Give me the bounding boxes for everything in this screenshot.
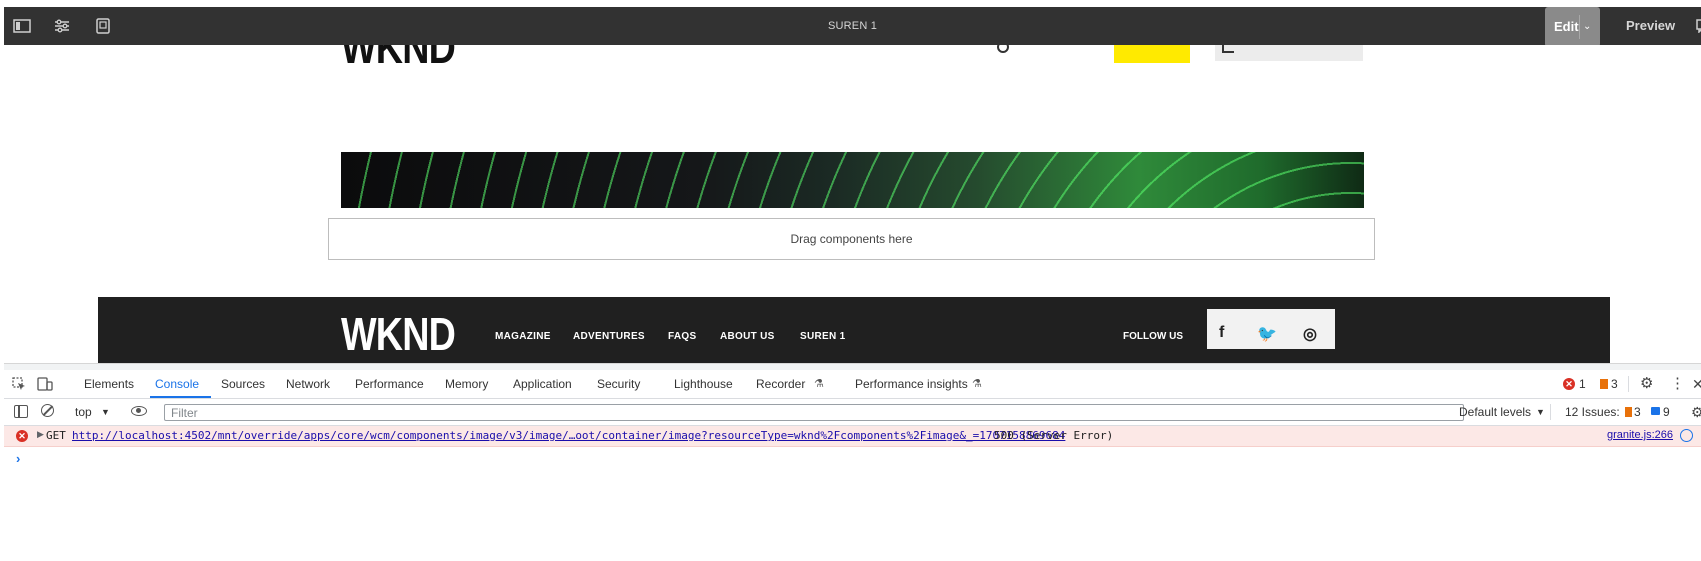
- page-footer: WKND MAGAZINE ADVENTURES FAQS ABOUT US S…: [98, 297, 1610, 363]
- preview-mode-button[interactable]: Preview: [1626, 7, 1675, 45]
- issue-warning-count[interactable]: 3: [1634, 399, 1641, 425]
- error-icon[interactable]: ✕: [1563, 378, 1575, 390]
- component-drop-zone[interactable]: Drag components here: [328, 218, 1375, 260]
- edit-mode-divider: [1579, 15, 1580, 39]
- chevron-down-icon[interactable]: ▼: [1536, 399, 1545, 425]
- tab-lighthouse[interactable]: Lighthouse: [674, 370, 733, 398]
- header-yellow-button[interactable]: [1114, 45, 1190, 63]
- twitter-icon[interactable]: 🐦: [1257, 324, 1277, 344]
- tab-sources[interactable]: Sources: [221, 370, 265, 398]
- response-status: 500 (Server Error): [994, 429, 1114, 442]
- window-edge: [0, 0, 4, 561]
- device-toolbar-icon[interactable]: [37, 377, 53, 391]
- devtools-panel: Elements Console Sources Network Perform…: [4, 363, 1701, 561]
- tab-application[interactable]: Application: [513, 370, 572, 398]
- log-levels-selector[interactable]: Default levels: [1459, 399, 1531, 425]
- tab-memory[interactable]: Memory: [445, 370, 488, 398]
- warning-count[interactable]: 3: [1611, 370, 1618, 398]
- flask-icon: ⚗: [972, 378, 982, 390]
- footer-link-adventures[interactable]: ADVENTURES: [573, 331, 645, 342]
- devtools-tab-bar: Elements Console Sources Network Perform…: [4, 370, 1701, 399]
- issue-info-icon[interactable]: [1651, 407, 1660, 415]
- close-icon[interactable]: ✕: [1692, 370, 1701, 398]
- annotate-icon[interactable]: [1696, 19, 1701, 33]
- tab-performance[interactable]: Performance: [355, 370, 424, 398]
- follow-us-label: FOLLOW US: [1123, 331, 1183, 342]
- facebook-icon[interactable]: f: [1219, 324, 1224, 342]
- request-url-link[interactable]: http://localhost:4502/mnt/override/apps/…: [72, 429, 1065, 442]
- chevron-down-icon[interactable]: ⌄: [1583, 7, 1591, 47]
- gear-icon[interactable]: ⚙: [1640, 370, 1653, 398]
- devtools-resize-handle[interactable]: [4, 363, 1701, 370]
- hero-banner-image[interactable]: [341, 152, 1364, 208]
- instagram-icon[interactable]: ◎: [1303, 324, 1317, 344]
- tab-console[interactable]: Console: [155, 370, 199, 398]
- edit-mode-button[interactable]: Edit ⌄: [1545, 7, 1600, 47]
- inspect-element-icon[interactable]: [12, 377, 26, 391]
- network-request-icon[interactable]: [1680, 429, 1693, 442]
- wknd-logo[interactable]: WKND: [341, 45, 456, 70]
- footer-link-suren-1[interactable]: SUREN 1: [800, 331, 845, 342]
- divider: [1628, 376, 1629, 392]
- footer-link-faqs[interactable]: FAQS: [668, 331, 696, 342]
- clear-console-icon[interactable]: [41, 404, 54, 417]
- error-icon: ✕: [16, 430, 28, 442]
- console-settings-gear-icon[interactable]: ⚙: [1691, 399, 1701, 425]
- page-title: SUREN 1: [827, 20, 878, 32]
- footer-link-magazine[interactable]: MAGAZINE: [495, 331, 551, 342]
- flask-icon: ⚗: [814, 378, 824, 390]
- issue-info-count[interactable]: 9: [1663, 399, 1670, 425]
- header-sign-in-box[interactable]: [1215, 45, 1363, 61]
- context-selector[interactable]: top: [75, 399, 92, 425]
- warning-icon[interactable]: [1600, 379, 1608, 389]
- search-icon[interactable]: [997, 45, 1009, 53]
- page-canvas: WKND Drag components here WKND MAGAZINE …: [4, 45, 1701, 363]
- hero-banner-glow: [341, 152, 1364, 208]
- chevron-down-icon[interactable]: ▼: [101, 399, 110, 425]
- source-link[interactable]: granite.js:266: [1607, 429, 1673, 441]
- edit-mode-label: Edit: [1554, 19, 1579, 34]
- editor-toolbar: SUREN 1 Edit ⌄ Preview: [4, 7, 1701, 47]
- expand-triangle-icon[interactable]: ▶: [37, 429, 44, 440]
- request-method: GET: [46, 429, 66, 442]
- social-links: f 🐦 ◎: [1207, 309, 1335, 349]
- user-icon: [1222, 45, 1234, 53]
- divider: [1550, 404, 1551, 420]
- tab-recorder[interactable]: Recorder: [756, 370, 805, 398]
- tab-security[interactable]: Security: [597, 370, 640, 398]
- footer-link-about-us[interactable]: ABOUT US: [720, 331, 775, 342]
- more-options-icon[interactable]: ⋮: [1670, 370, 1685, 398]
- tab-network[interactable]: Network: [286, 370, 330, 398]
- issues-label[interactable]: 12 Issues:: [1565, 399, 1620, 425]
- console-toolbar: top ▼ Default levels ▼ 12 Issues: 3 9 ⚙: [4, 399, 1701, 426]
- tab-elements[interactable]: Elements: [84, 370, 134, 398]
- error-count[interactable]: 1: [1579, 370, 1586, 398]
- tab-performance-insights[interactable]: Performance insights: [855, 370, 968, 398]
- console-prompt-chevron-icon[interactable]: ›: [16, 451, 20, 466]
- issue-warning-icon[interactable]: [1625, 407, 1632, 417]
- console-error-message[interactable]: ✕ ▶ GET http://localhost:4502/mnt/overri…: [4, 426, 1701, 447]
- footer-wknd-logo[interactable]: WKND: [341, 311, 456, 357]
- console-sidebar-icon[interactable]: [14, 405, 28, 418]
- active-tab-indicator: [150, 396, 211, 398]
- live-expression-eye-icon[interactable]: [131, 406, 147, 416]
- console-filter-input[interactable]: [164, 404, 1464, 421]
